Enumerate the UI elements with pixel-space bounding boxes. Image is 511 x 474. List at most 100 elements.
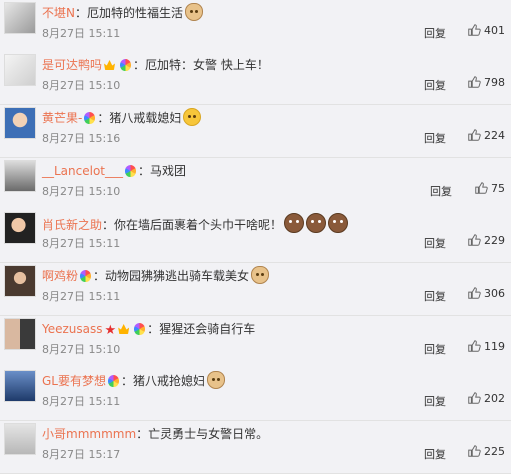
colon-separator: ： (147, 322, 160, 336)
comment-username[interactable]: 小哥mmmmmm (42, 427, 136, 441)
rainbow-badge-icon[interactable] (80, 270, 92, 282)
like-count: 119 (484, 340, 505, 353)
like-count: 75 (491, 182, 505, 195)
comment-date: 8月27日 (42, 448, 85, 461)
comment-time: 15:11 (88, 290, 121, 303)
colon-separator: ： (93, 269, 106, 283)
vip-crown-icon[interactable] (103, 59, 117, 71)
avatar[interactable] (4, 265, 36, 297)
comment-item: 是可达鸭吗 ：厄加特：女警 快上车！ 8月27日 15:10 回复 798 (0, 52, 511, 105)
avatar[interactable] (4, 2, 36, 34)
comment-item: __Lancelot___ ：马戏团 8月27日 15:10 回复 75 (0, 158, 511, 211)
comment-username[interactable]: 黄芒果- (42, 111, 82, 125)
reply-button[interactable]: 回复 (424, 288, 446, 304)
comment-text: 猪八戒载媳妇 (109, 111, 182, 125)
comment-time: 15:11 (88, 27, 121, 40)
avatar[interactable] (4, 370, 36, 402)
colon-separator: ： (138, 164, 151, 178)
avatar[interactable] (4, 107, 36, 139)
avatar[interactable] (4, 160, 36, 192)
comment-time: 15:16 (88, 132, 121, 145)
reply-button[interactable]: 回复 (424, 446, 446, 462)
comment-item: 黄芒果- ：猪八戒载媳妇 8月27日 15:16 回复 224 (0, 105, 511, 158)
like-button[interactable]: 798 (467, 75, 505, 89)
comment-time: 15:17 (88, 448, 121, 461)
like-button[interactable]: 202 (467, 391, 505, 405)
comment-item: 啊鸡粉 ：动物园狒狒逃出骑车载美女 8月27日 15:11 回复 306 (0, 263, 511, 316)
like-count: 229 (484, 234, 505, 247)
like-button[interactable]: 306 (467, 286, 505, 300)
rainbow-badge-icon[interactable] (120, 59, 132, 71)
comment-time: 15:10 (88, 79, 121, 92)
comment-text: 动物园狒狒逃出骑车载美女 (105, 269, 250, 283)
comment-time: 15:11 (88, 237, 121, 250)
reply-button[interactable]: 回复 (424, 77, 446, 93)
colon-separator: ： (133, 58, 146, 72)
like-button[interactable]: 225 (467, 444, 505, 458)
comment-item: GL要有梦想 ：猪八戒抢媳妇 8月27日 15:11 回复 202 (0, 368, 511, 421)
comment-text: 猪八戒抢媳妇 (133, 374, 206, 388)
rainbow-badge-icon[interactable] (125, 165, 137, 177)
comment-item: Yeezusass ★ ：猩猩还会骑自行车 8月27日 15:10 回复 119 (0, 316, 511, 369)
colon-separator: ： (121, 374, 134, 388)
comment-username[interactable]: GL要有梦想 (42, 374, 106, 388)
comment-username[interactable]: __Lancelot___ (42, 164, 123, 178)
comment-text: 马戏团 (150, 164, 187, 178)
comment-text: 猩猩还会骑自行车 (159, 322, 256, 336)
monk-face-icon (284, 213, 305, 233)
comment-text: 你在墙后面裹着个头巾干啥呢！ (114, 218, 283, 232)
like-count: 306 (484, 287, 505, 300)
thumbs-up-icon (468, 445, 481, 457)
like-button[interactable]: 229 (467, 233, 505, 247)
comment-list: 不堪N：厄加特的性福生活 8月27日 15:11 回复 401 是可达鸭吗 ：厄加特：女警… (0, 0, 511, 474)
dog-face-icon (251, 266, 270, 284)
thumbs-up-icon (468, 129, 481, 141)
reply-button[interactable]: 回复 (424, 235, 446, 251)
like-button[interactable]: 224 (467, 128, 505, 142)
thumbs-up-icon (468, 234, 481, 246)
like-count: 224 (484, 129, 505, 142)
comment-item: 不堪N：厄加特的性福生活 8月27日 15:11 回复 401 (0, 0, 511, 53)
comment-username[interactable]: 是可达鸭吗 (42, 58, 102, 72)
comment-username[interactable]: 肖氏新之助 (42, 218, 102, 232)
thumbs-up-icon (468, 392, 481, 404)
like-button[interactable]: 119 (467, 339, 505, 353)
comment-username[interactable]: 啊鸡粉 (42, 269, 78, 283)
dog-face-icon (185, 3, 204, 21)
comment-time: 15:10 (88, 185, 121, 198)
rainbow-badge-icon[interactable] (84, 112, 96, 124)
like-count: 401 (484, 24, 505, 37)
dog-face-icon (207, 371, 226, 389)
reply-button[interactable]: 回复 (430, 183, 452, 199)
comment-text: 厄加特的性福生活 (87, 6, 184, 20)
thumbs-up-icon (468, 287, 481, 299)
avatar[interactable] (4, 423, 36, 455)
monk-face-icon (306, 213, 327, 233)
avatar[interactable] (4, 54, 36, 86)
like-count: 225 (484, 445, 505, 458)
rainbow-badge-icon[interactable] (134, 323, 146, 335)
colon-separator: ： (97, 111, 110, 125)
red-star-icon[interactable]: ★ (105, 323, 117, 338)
comment-text: 亡灵勇士与女警日常。 (148, 427, 269, 441)
comment-username[interactable]: 不堪N (42, 6, 75, 20)
comment-date: 8月27日 (42, 79, 85, 92)
thumbs-up-icon (468, 24, 481, 36)
reply-button[interactable]: 回复 (424, 341, 446, 357)
rainbow-badge-icon[interactable] (108, 375, 119, 387)
thumbs-up-icon (468, 76, 481, 88)
avatar[interactable] (4, 212, 36, 244)
reply-button[interactable]: 回复 (424, 393, 446, 409)
comment-date: 8月27日 (42, 185, 85, 198)
like-button[interactable]: 75 (474, 181, 505, 195)
like-button[interactable]: 401 (467, 23, 505, 37)
doge-icon (183, 108, 202, 126)
reply-button[interactable]: 回复 (424, 130, 446, 146)
comment-time: 15:11 (88, 395, 121, 408)
colon-separator: ： (136, 427, 149, 441)
comment-time: 15:10 (88, 343, 121, 356)
vip-crown-icon[interactable] (117, 323, 131, 335)
comment-username[interactable]: Yeezusass (42, 322, 103, 336)
reply-button[interactable]: 回复 (424, 25, 446, 41)
avatar[interactable] (4, 318, 36, 350)
